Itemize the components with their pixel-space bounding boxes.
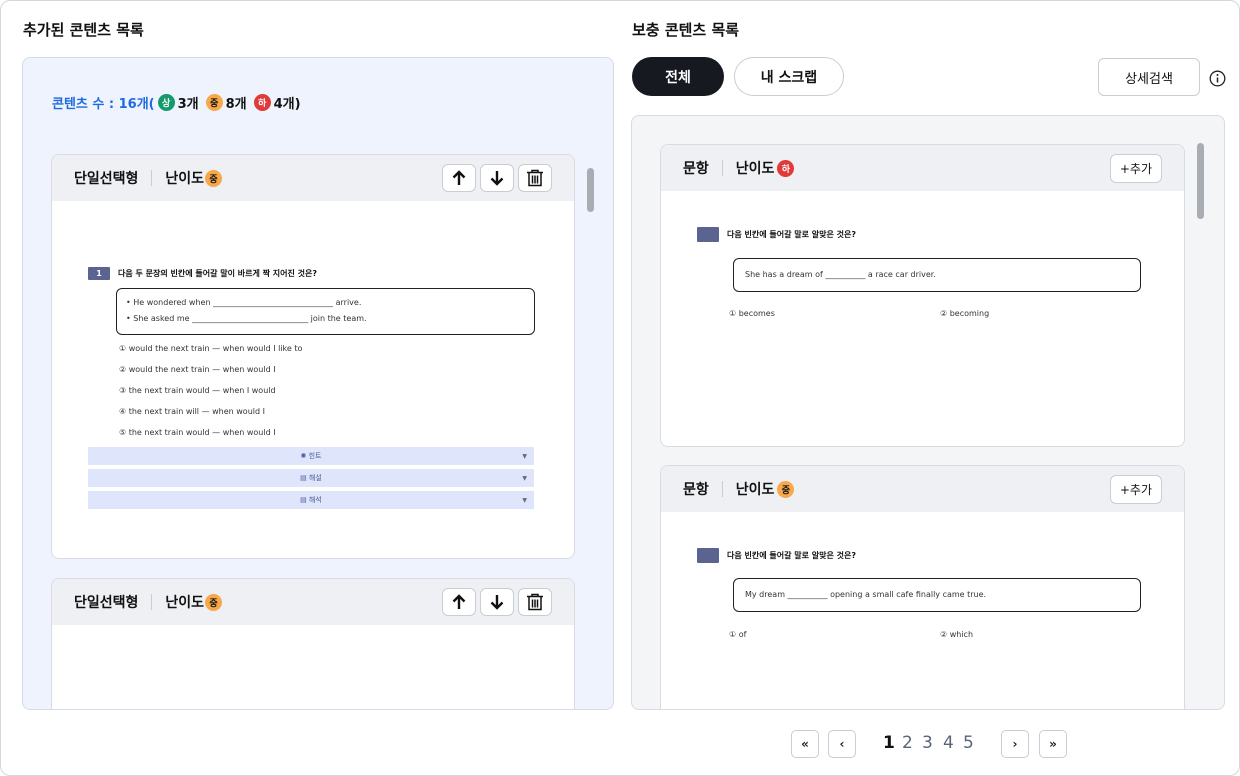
- divider: [151, 170, 153, 186]
- question-sentence-box: • He wondered when _____________________…: [116, 288, 535, 335]
- move-up-button[interactable]: [442, 588, 476, 616]
- added-contents-panel: 콘텐츠 수 : 16개( 상 3개 중 8개 하 4개) 단일선택형 난이도 중: [22, 57, 614, 710]
- answer-option[interactable]: ③ the next train would — when I would: [119, 386, 276, 395]
- answer-option[interactable]: ① of: [729, 630, 746, 639]
- added-content-card: 단일선택형 난이도 중: [51, 578, 575, 709]
- app-frame: 추가된 콘텐츠 목록 콘텐츠 수 : 16개( 상 3개 중 8개 하 4개) …: [0, 0, 1240, 776]
- tab-my-scrap[interactable]: 내 스크랩: [734, 57, 844, 96]
- divider: [151, 594, 153, 610]
- question-title: 다음 빈칸에 들어갈 말로 알맞은 것은?: [697, 227, 856, 242]
- answer-option[interactable]: ⑤ the next train would — when would I: [119, 428, 276, 437]
- difficulty-label: 난이도: [735, 482, 775, 498]
- question-text: 다음 빈칸에 들어갈 말로 알맞은 것은?: [727, 551, 856, 560]
- scrollbar-thumb[interactable]: [1197, 143, 1204, 219]
- question-title: 다음 빈칸에 들어갈 말로 알맞은 것은?: [697, 548, 856, 563]
- sentence-bullet: • He wondered when _____________________…: [126, 298, 362, 307]
- prev-page-button[interactable]: ‹: [828, 730, 856, 758]
- move-down-button[interactable]: [480, 588, 514, 616]
- added-content-card: 단일선택형 난이도 중 1 다음 두 문장의 빈칸에 들어갈 말이 바르게 짝 …: [51, 154, 575, 559]
- page-number-current[interactable]: 1: [883, 733, 895, 753]
- arrow-down-icon: [490, 171, 504, 186]
- difficulty-label: 난이도: [165, 595, 205, 611]
- count-mid: 8개: [225, 97, 247, 112]
- card-header: 단일선택형 난이도 중: [52, 155, 574, 201]
- question-number: [697, 548, 719, 563]
- supplementary-contents-title: 보충 콘텐츠 목록: [632, 21, 740, 39]
- card-header: 문항 난이도 하 +추가: [661, 145, 1184, 191]
- card-header: 단일선택형 난이도 중: [52, 579, 574, 625]
- difficulty-label: 난이도: [735, 161, 775, 177]
- card-type: 문항: [683, 161, 709, 177]
- card-type: 단일선택형: [74, 171, 139, 187]
- count-high: 3개: [177, 97, 199, 112]
- answer-option[interactable]: ② would the next train — when would I: [119, 365, 276, 374]
- delete-button[interactable]: [518, 164, 552, 192]
- level-mid-icon: 중: [777, 480, 795, 498]
- add-button[interactable]: +추가: [1109, 474, 1162, 504]
- first-page-button[interactable]: «: [791, 730, 819, 758]
- supplementary-contents-panel: 문항 난이도 하 +추가 다음 빈칸에 들어갈 말로 알맞은 것은? She h…: [631, 115, 1225, 710]
- sentence-bullet: • She asked me _________________________…: [126, 314, 367, 323]
- document-icon: ▤: [300, 496, 309, 504]
- card-type: 문항: [683, 482, 709, 498]
- supplementary-content-card: 문항 난이도 중 +추가 다음 빈칸에 들어갈 말로 알맞은 것은? My dr…: [660, 465, 1185, 709]
- arrow-up-icon: [452, 170, 466, 185]
- level-mid-icon: 중: [205, 169, 223, 187]
- chevron-down-icon: ▼: [522, 452, 527, 460]
- page-number[interactable]: 2: [902, 733, 913, 753]
- scrollbar-thumb[interactable]: [587, 168, 594, 212]
- page-number[interactable]: 4: [943, 733, 954, 753]
- divider: [721, 481, 723, 497]
- chevron-down-icon: ▼: [522, 474, 527, 482]
- question-number: [697, 227, 719, 242]
- card-header: 문항 난이도 중 +추가: [661, 466, 1184, 512]
- trash-icon: [527, 593, 543, 611]
- answer-option[interactable]: ① becomes: [729, 309, 775, 318]
- document-icon: ▤: [300, 474, 309, 482]
- question-number: 1: [88, 267, 110, 280]
- added-contents-title: 추가된 콘텐츠 목록: [23, 21, 144, 39]
- count-label: 콘텐츠 수 : 16개(: [52, 97, 155, 112]
- arrow-down-icon: [490, 595, 504, 610]
- trash-icon: [527, 169, 543, 187]
- answer-option[interactable]: ② which: [940, 630, 973, 639]
- question-sentence-box: My dream __________ opening a small cafe…: [733, 578, 1141, 612]
- chevron-down-icon: ▼: [522, 496, 527, 504]
- answer-option[interactable]: ④ the next train will — when would I: [119, 407, 265, 416]
- hint-accordion[interactable]: ✺ 힌트 ▼: [88, 447, 534, 465]
- content-count: 콘텐츠 수 : 16개( 상 3개 중 8개 하 4개): [52, 93, 301, 112]
- lightbulb-icon: ✺: [300, 452, 309, 460]
- move-down-button[interactable]: [480, 164, 514, 192]
- answer-option[interactable]: ① would the next train — when would I li…: [119, 344, 302, 353]
- level-low-icon: 하: [777, 159, 795, 177]
- divider: [721, 160, 723, 176]
- level-mid-icon: 중: [205, 94, 223, 111]
- tab-all[interactable]: 전체: [632, 57, 724, 96]
- answer-option[interactable]: ② becoming: [940, 309, 989, 318]
- explanation-accordion[interactable]: ▤ 해설 ▼: [88, 469, 534, 487]
- level-low-icon: 하: [253, 94, 271, 111]
- question-text: 다음 두 문장의 빈칸에 들어갈 말이 바르게 짝 지어진 것은?: [118, 269, 317, 278]
- difficulty-label: 난이도: [165, 171, 205, 187]
- delete-button[interactable]: [518, 588, 552, 616]
- level-high-icon: 상: [157, 94, 175, 111]
- translation-accordion[interactable]: ▤ 해석 ▼: [88, 491, 534, 509]
- page-number[interactable]: 3: [922, 733, 933, 753]
- page-number[interactable]: 5: [963, 733, 974, 753]
- supplementary-content-card: 문항 난이도 하 +추가 다음 빈칸에 들어갈 말로 알맞은 것은? She h…: [660, 144, 1185, 447]
- question-title: 1 다음 두 문장의 빈칸에 들어갈 말이 바르게 짝 지어진 것은?: [88, 267, 317, 280]
- card-type: 단일선택형: [74, 595, 139, 611]
- last-page-button[interactable]: »: [1039, 730, 1067, 758]
- info-icon[interactable]: [1209, 70, 1226, 87]
- move-up-button[interactable]: [442, 164, 476, 192]
- next-page-button[interactable]: ›: [1001, 730, 1029, 758]
- detail-search-button[interactable]: 상세검색: [1098, 58, 1200, 96]
- question-sentence-box: She has a dream of __________ a race car…: [733, 258, 1141, 292]
- count-low: 4개): [273, 97, 301, 112]
- level-mid-icon: 중: [205, 593, 223, 611]
- arrow-up-icon: [452, 594, 466, 609]
- add-button[interactable]: +추가: [1109, 153, 1162, 183]
- question-text: 다음 빈칸에 들어갈 말로 알맞은 것은?: [727, 230, 856, 239]
